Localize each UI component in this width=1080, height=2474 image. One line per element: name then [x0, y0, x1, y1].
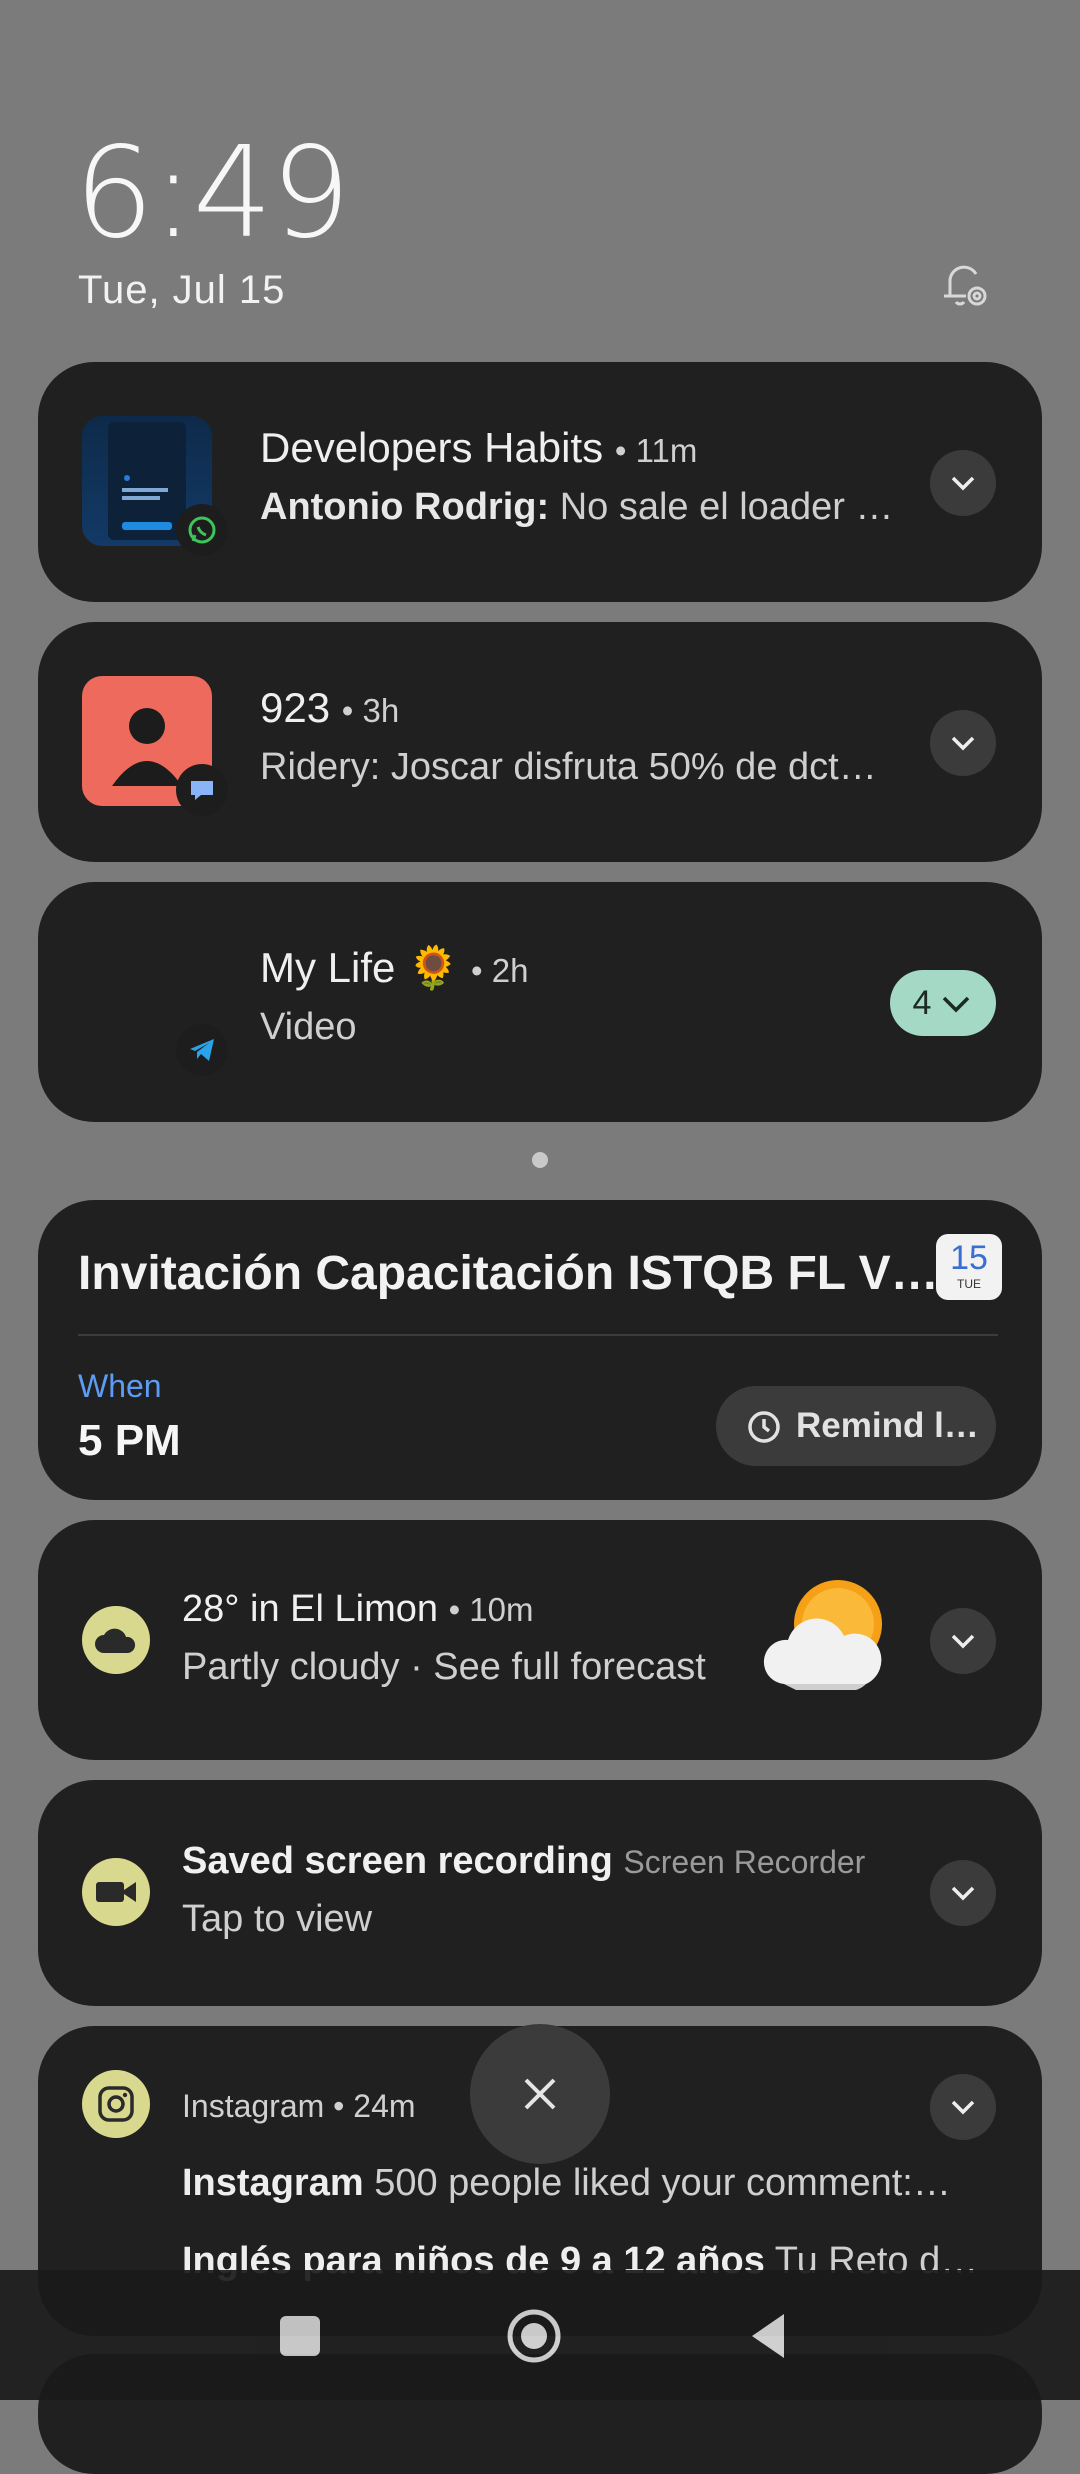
instagram-icon	[82, 2070, 150, 2138]
when-value: 5 PM	[78, 1416, 181, 1465]
notification-title: My Life 🌻 • 2h	[260, 944, 529, 991]
notification-title: 923 • 3h	[260, 684, 400, 731]
event-title: Invitación Capacitación ISTQB FL V…	[78, 1247, 939, 1300]
expand-button[interactable]	[930, 2074, 996, 2140]
message-icon	[176, 764, 228, 816]
cloud-icon	[82, 1606, 150, 1674]
calendar-icon: 15 TUE	[936, 1234, 1002, 1300]
telegram-icon	[176, 1024, 228, 1076]
notification-message-923[interactable]: 923 • 3h Ridery: Joscar disfruta 50% de …	[38, 622, 1042, 862]
expand-button[interactable]	[930, 1608, 996, 1674]
notification-telegram[interactable]: My Life 🌻 • 2h Video 4	[38, 882, 1042, 1122]
expand-button[interactable]	[930, 450, 996, 516]
when-label: When	[78, 1368, 162, 1404]
clear-all-button[interactable]	[470, 2024, 610, 2164]
date: Tue, Jul 15	[78, 268, 286, 312]
screen-recording-card[interactable]: Saved screen recording Screen Recorder T…	[38, 1780, 1042, 2006]
remind-later-button[interactable]: Remind l…	[716, 1386, 996, 1466]
notification-message: Ridery: Joscar disfruta 50% de dct…	[260, 746, 877, 788]
home-button[interactable]	[506, 2308, 562, 2364]
instagram-header: Instagram • 24m	[182, 2088, 416, 2124]
calendar-event-card[interactable]: Invitación Capacitación ISTQB FL V… 15 TU…	[38, 1200, 1042, 1500]
clock: 6:49	[74, 119, 351, 266]
notification-count: 4	[912, 983, 932, 1022]
recording-title: Saved screen recording Screen Recorder	[182, 1840, 866, 1882]
navigation-bar	[0, 2270, 1080, 2400]
recents-button[interactable]	[280, 2316, 320, 2356]
partly-cloudy-icon	[758, 1572, 898, 1702]
notification-settings-icon[interactable]	[930, 252, 994, 316]
divider	[78, 1334, 998, 1336]
expand-button[interactable]	[930, 1860, 996, 1926]
notification-message: Antonio Rodrig: No sale el loader …	[260, 486, 894, 528]
weather-card[interactable]: 28° in El Limon • 10m Partly cloudy · Se…	[38, 1520, 1042, 1760]
notification-message: Video	[260, 1006, 357, 1048]
weather-title: 28° in El Limon • 10m	[182, 1588, 534, 1630]
instagram-line-1: Instagram 500 people liked your comment:…	[182, 2162, 951, 2204]
expand-button[interactable]	[930, 710, 996, 776]
notification-whatsapp[interactable]: Developers Habits • 11m Antonio Rodrig: …	[38, 362, 1042, 602]
whatsapp-icon	[176, 504, 228, 556]
page-indicator	[532, 1152, 548, 1168]
notification-title: Developers Habits • 11m	[260, 424, 698, 471]
weather-subtitle: Partly cloudy · See full forecast	[182, 1646, 706, 1688]
back-button[interactable]	[748, 2312, 788, 2360]
snooze-clock-icon	[748, 1411, 780, 1443]
expand-count-button[interactable]: 4	[890, 970, 996, 1036]
recording-subtitle: Tap to view	[182, 1898, 373, 1940]
close-icon	[524, 2078, 556, 2110]
video-camera-icon	[82, 1858, 150, 1926]
chevron-down-icon	[943, 996, 970, 1013]
